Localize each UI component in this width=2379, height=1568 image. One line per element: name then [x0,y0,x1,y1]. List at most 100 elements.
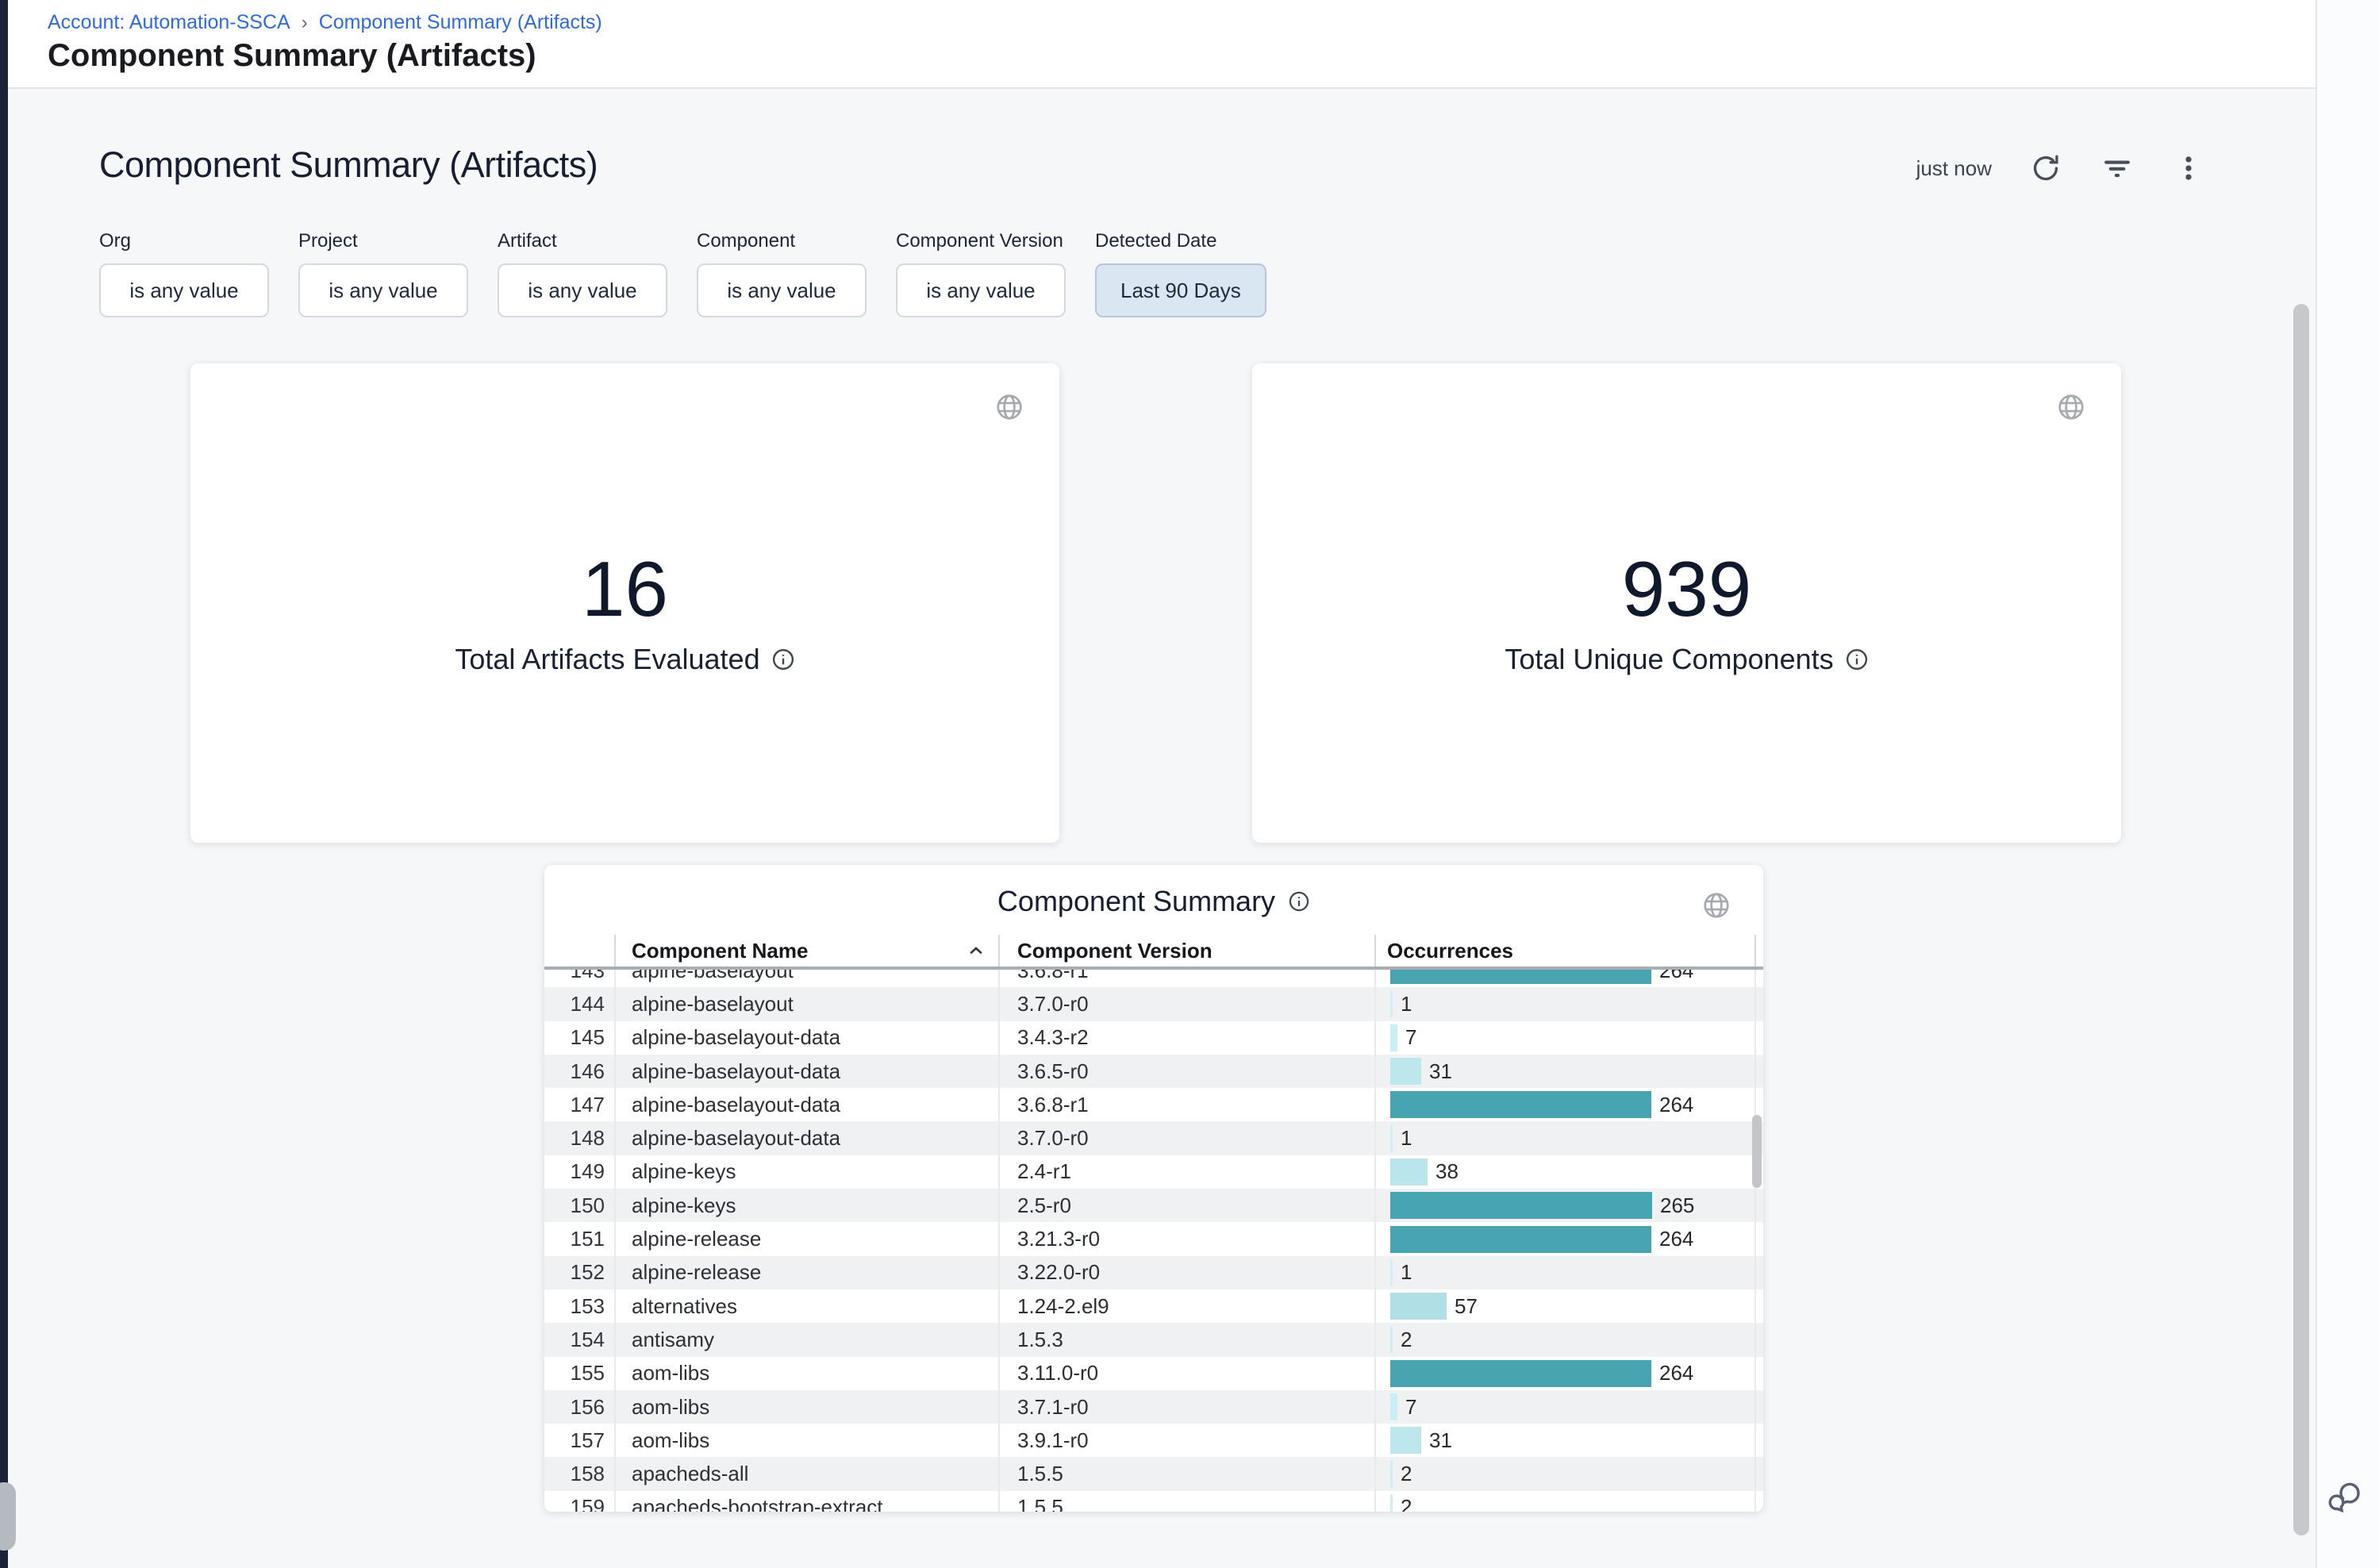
component-name-cell: alpine-release [616,1256,1000,1289]
occurrences-bar [1390,1024,1397,1051]
info-button[interactable] [771,648,795,671]
filter-bar: Org is any value Project is any value Ar… [99,230,1266,317]
component-name-cell: aom-libs [616,1424,1000,1457]
column-header-occurrences[interactable]: Occurrences [1376,935,1756,967]
table-row: 149 alpine-keys 2.4-r1 38 [544,1155,1763,1189]
row-index-cell: 145 [544,1021,616,1055]
sort-asc-icon [967,941,986,960]
filter-label: Artifact [498,230,667,252]
table-row: 159 apacheds-bootstrap-extract 1.5.5 2 [544,1491,1763,1512]
filter-label: Component [697,230,867,252]
table-row: 145 alpine-baselayout-data 3.4.3-r2 7 [544,1021,1763,1055]
row-index-cell: 149 [544,1155,616,1189]
row-index-cell: 143 [544,970,616,987]
right-gutter [2316,0,2379,1568]
dashboard-more-menu-button[interactable] [2171,151,2206,186]
stat-card-total-artifacts: 16 Total Artifacts Evaluated [190,363,1059,843]
column-header-component-name[interactable]: Component Name [616,935,1000,967]
filter-icon [2102,153,2132,183]
occurrences-bar [1390,1159,1428,1186]
row-index-cell: 151 [544,1222,616,1255]
occurrences-value: 1 [1401,992,1412,1017]
component-name-cell: alpine-baselayout [616,970,1000,987]
page-scrollbar-thumb[interactable] [2293,304,2309,1535]
filter-value-button[interactable]: is any value [99,263,269,317]
row-index-cell: 159 [544,1491,616,1512]
filter: Project is any value [298,230,468,317]
help-chat-button[interactable] [2328,1479,2365,1516]
dashboard-filters-button[interactable] [2100,151,2135,186]
occurrences-cell: 264 [1376,970,1756,987]
explore-button[interactable] [994,392,1024,422]
breadcrumb-separator-icon: › [302,12,308,34]
table-row: 146 alpine-baselayout-data 3.6.5-r0 31 [544,1055,1763,1088]
table-title: Component Summary [997,885,1275,918]
filter-value-button[interactable]: is any value [697,263,867,317]
component-name-cell: alpine-baselayout [616,987,1000,1020]
page-title: Component Summary (Artifacts) [48,38,536,74]
last-refreshed-label: just now [1916,156,1992,181]
row-index-cell: 147 [544,1088,616,1121]
filter-value-button[interactable]: is any value [498,263,667,317]
filter-value-button[interactable]: is any value [298,263,468,317]
component-name-cell: alpine-release [616,1222,1000,1255]
occurrences-bar [1390,1393,1397,1420]
component-name-cell: alpine-baselayout-data [616,1121,1000,1155]
occurrences-cell: 31 [1376,1055,1756,1088]
occurrences-value: 57 [1455,1294,1478,1319]
occurrences-bar [1390,1192,1652,1219]
row-index-cell: 148 [544,1121,616,1155]
dashboard-actions: just now [1916,151,2206,186]
explore-button[interactable] [1701,890,1731,920]
row-index-cell: 156 [544,1390,616,1424]
column-header-component-version[interactable]: Component Version [1000,935,1376,967]
occurrences-value: 2 [1401,1462,1412,1486]
component-version-cell: 1.5.5 [1000,1457,1376,1490]
sidebar-resize-handle[interactable] [0,1482,16,1551]
occurrences-cell: 2 [1376,1457,1756,1490]
table-row: 154 antisamy 1.5.3 2 [544,1323,1763,1356]
occurrences-bar [1390,1226,1651,1253]
occurrences-cell: 31 [1376,1424,1756,1457]
occurrences-cell: 7 [1376,1021,1756,1055]
occurrences-value: 264 [1659,970,1693,983]
row-index-cell: 153 [544,1289,616,1323]
filter: Artifact is any value [498,230,667,317]
filter-value-button[interactable]: Last 90 Days [1095,263,1266,317]
table-scrollbar-thumb[interactable] [1752,1115,1762,1188]
occurrences-cell: 57 [1376,1289,1756,1323]
filter-label: Detected Date [1095,230,1266,252]
occurrences-bar [1390,990,1393,1017]
info-button[interactable] [1288,890,1310,913]
explore-button[interactable] [2056,392,2086,422]
breadcrumb-account-link[interactable]: Account: Automation-SSCA [48,11,290,34]
occurrences-bar [1390,1125,1393,1152]
occurrences-value: 38 [1435,1159,1459,1184]
occurrences-cell: 1 [1376,1256,1756,1289]
occurrences-cell: 2 [1376,1323,1756,1356]
filter-value-button[interactable]: is any value [896,263,1066,317]
table-row: 150 alpine-keys 2.5-r0 265 [544,1189,1763,1222]
component-version-cell: 3.6.8-r1 [1000,1088,1376,1121]
component-version-cell: 3.7.0-r0 [1000,1121,1376,1155]
component-name-cell: aom-libs [616,1390,1000,1424]
row-index-cell: 144 [544,987,616,1020]
occurrences-value: 2 [1401,1328,1412,1352]
occurrences-bar [1390,1091,1651,1118]
occurrences-bar [1390,1427,1421,1454]
component-version-cell: 3.7.1-r0 [1000,1390,1376,1424]
row-index-cell: 158 [544,1457,616,1490]
occurrences-cell: 264 [1376,1222,1756,1255]
globe-icon [1701,890,1731,920]
table-row: 153 alternatives 1.24-2.el9 57 [544,1289,1763,1323]
breadcrumb-current-link[interactable]: Component Summary (Artifacts) [319,11,602,34]
component-version-cell: 3.9.1-r0 [1000,1424,1376,1457]
table-body-viewport: 143 alpine-baselayout 3.6.8-r1 264 144 a… [544,970,1763,1512]
refresh-button[interactable] [2028,151,2063,186]
filter: Component Version is any value [896,230,1066,317]
filter-label: Project [298,230,468,252]
occurrences-value: 1 [1401,1126,1412,1151]
component-version-cell: 3.6.8-r1 [1000,970,1376,987]
info-button[interactable] [1845,648,1869,671]
row-index-cell: 155 [544,1357,616,1390]
